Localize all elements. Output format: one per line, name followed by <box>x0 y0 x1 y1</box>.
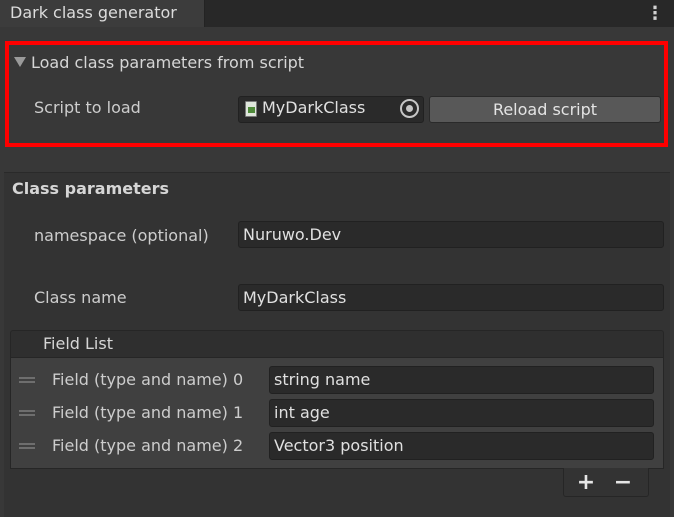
reload-script-button[interactable]: Reload script <box>429 96 661 123</box>
field-input-1[interactable]: int age <box>269 399 654 427</box>
csharp-script-icon <box>245 101 257 117</box>
script-to-load-label: Script to load <box>34 98 141 117</box>
class-parameters-header: Class parameters <box>12 179 170 198</box>
class-name-label: Class name <box>34 288 127 307</box>
drag-handle-icon[interactable] <box>19 443 35 449</box>
field-input-0[interactable]: string name <box>269 366 654 394</box>
field-label-2: Field (type and name) 2 <box>52 436 244 455</box>
field-list-title: Field List <box>43 334 113 353</box>
namespace-input[interactable]: Nuruwo.Dev <box>238 221 664 248</box>
window-title: Dark class generator <box>10 3 177 22</box>
class-name-input[interactable]: MyDarkClass <box>238 284 664 311</box>
drag-handle-icon[interactable] <box>19 377 35 383</box>
field-input-2[interactable]: Vector3 position <box>269 432 654 460</box>
load-foldout-label[interactable]: Load class parameters from script <box>31 53 304 72</box>
script-object-value: MyDarkClass <box>262 98 366 117</box>
object-picker-icon[interactable] <box>400 99 419 118</box>
drag-handle-icon[interactable] <box>19 410 35 416</box>
add-field-button[interactable]: + <box>574 470 598 495</box>
namespace-label: namespace (optional) <box>34 226 209 245</box>
kebab-menu-icon[interactable]: ⋮ <box>644 0 666 27</box>
field-label-0: Field (type and name) 0 <box>52 370 244 389</box>
foldout-arrow-icon[interactable] <box>14 57 26 67</box>
field-label-1: Field (type and name) 1 <box>52 403 244 422</box>
remove-field-button[interactable]: − <box>611 470 635 495</box>
